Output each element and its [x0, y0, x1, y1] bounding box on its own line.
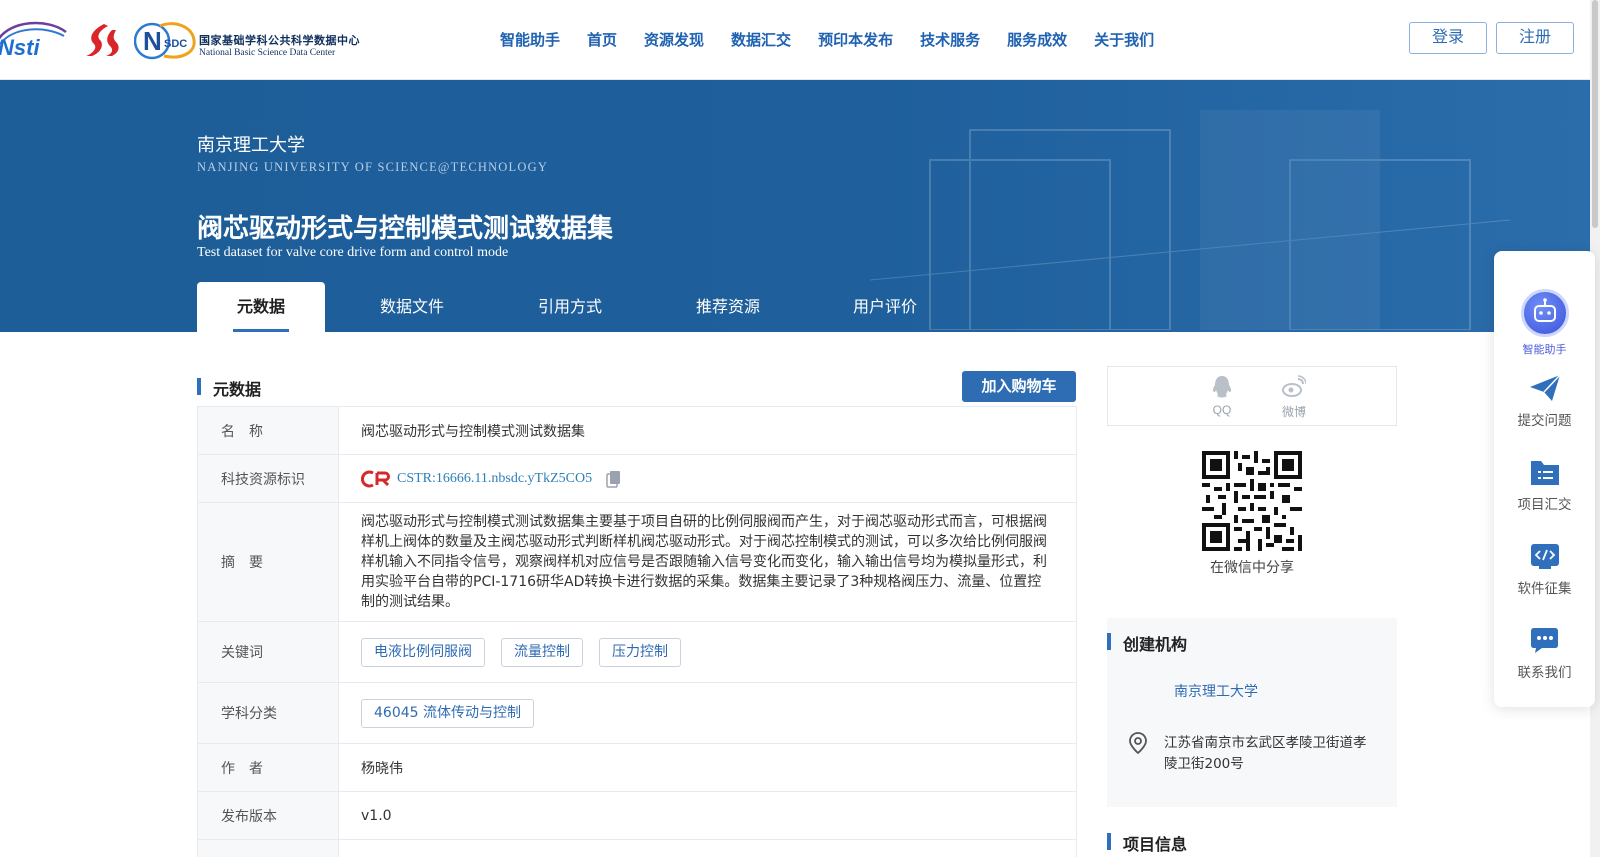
table-row: 作 者 杨晓伟	[198, 744, 1076, 792]
organization-name-link[interactable]: 南京理工大学	[1174, 681, 1258, 701]
folder-list-icon	[1530, 461, 1559, 485]
login-button[interactable]: 登录	[1409, 22, 1487, 54]
nav-item-data-submission[interactable]: 数据汇交	[731, 28, 791, 52]
university-name-en: NANJING UNIVERSITY OF SCIENCE@TECHNOLOGY	[197, 160, 549, 174]
float-item-label: 软件征集	[1517, 581, 1572, 597]
row-value-identifier: CSTR:16666.11.nbsdc.yTkZ5CO5	[339, 455, 1076, 502]
table-row	[198, 840, 1076, 857]
table-row: 名 称 阀芯驱动形式与控制模式测试数据集	[198, 407, 1076, 455]
share-qq-button[interactable]: QQ	[1202, 375, 1242, 417]
share-weibo-label: 微博	[1281, 405, 1306, 419]
float-project-submission-button[interactable]: 项目汇交	[1494, 457, 1595, 513]
row-value-version: v1.0	[361, 807, 392, 824]
page-scrollbar-thumb[interactable]	[1592, 0, 1598, 228]
wechat-qr-code	[1202, 451, 1302, 551]
share-qq-label: QQ	[1212, 403, 1232, 417]
row-label-version: 发布版本	[198, 792, 339, 839]
tab-metadata[interactable]: 元数据	[197, 282, 325, 332]
nav-item-about[interactable]: 关于我们	[1094, 28, 1154, 52]
add-to-cart-button[interactable]: 加入购物车	[962, 371, 1076, 402]
float-assistant-button[interactable]: 智能助手	[1494, 289, 1595, 357]
nav-item-resource-discovery[interactable]: 资源发现	[644, 28, 704, 52]
project-section-title: 项目信息	[1107, 831, 1187, 855]
page-title: 阀芯驱动形式与控制模式测试数据集	[197, 214, 614, 244]
row-label-keywords: 关键词	[198, 622, 339, 682]
row-label-name: 名 称	[198, 407, 339, 454]
share-weibo-button[interactable]: 微博	[1274, 375, 1314, 420]
row-value-name: 阀芯驱动形式与控制模式测试数据集	[361, 423, 585, 440]
tab-recommended[interactable]: 推荐资源	[641, 282, 815, 332]
table-row: 关键词 电液比例伺服阀 流量控制 压力控制	[198, 622, 1076, 683]
nsdc-logo-cn: 国家基础学科公共科学数据中心	[199, 34, 360, 47]
table-row: 发布版本 v1.0	[198, 792, 1076, 840]
float-item-label: 联系我们	[1517, 665, 1572, 681]
tab-citation[interactable]: 引用方式	[499, 282, 641, 332]
cstr-link[interactable]: CSTR:16666.11.nbsdc.yTkZ5CO5	[397, 471, 592, 487]
nav-item-preprint[interactable]: 预印本发布	[818, 28, 893, 52]
row-label-more	[198, 840, 339, 857]
table-row: 科技资源标识 CSTR:16666.11.nbsdc.yTkZ5CO5	[198, 455, 1076, 503]
row-label-identifier: 科技资源标识	[198, 455, 339, 502]
row-label-abstract: 摘 要	[198, 503, 339, 621]
nsdc-logo[interactable]: N SDC	[134, 20, 198, 62]
nsti-logo[interactable]: Nsti	[0, 18, 68, 60]
float-item-label: 项目汇交	[1517, 497, 1572, 513]
university-name-cn: 南京理工大学	[197, 135, 305, 156]
location-pin-icon	[1129, 732, 1147, 755]
dataset-banner: 南京理工大学 NANJING UNIVERSITY OF SCIENCE@TEC…	[0, 80, 1590, 332]
banner-decoration	[870, 110, 1510, 330]
tab-data-files[interactable]: 数据文件	[325, 282, 499, 332]
page-subtitle: Test dataset for valve core drive form a…	[197, 245, 509, 260]
cstr-icon	[361, 470, 390, 487]
table-row: 摘 要 阀芯驱动形式与控制模式测试数据集主要基于项目自研的比例伺服阀而产生，对于…	[198, 503, 1076, 622]
nav-item-service-results[interactable]: 服务成效	[1007, 28, 1067, 52]
row-value-author: 杨晓伟	[361, 760, 403, 777]
register-button[interactable]: 注册	[1496, 22, 1574, 54]
row-value-keywords: 电液比例伺服阀 流量控制 压力控制	[339, 622, 1076, 682]
wechat-share-caption: 在微信中分享	[1210, 560, 1294, 576]
metadata-table: 名 称 阀芯驱动形式与控制模式测试数据集 科技资源标识 CSTR:16666.1…	[197, 406, 1077, 857]
keyword-tag[interactable]: 压力控制	[599, 637, 681, 667]
float-software-collection-button[interactable]: 软件征集	[1494, 541, 1595, 597]
top-header: Nsti N SDC 国家基础学科公共科学数据中心 National Basic…	[0, 0, 1600, 80]
chat-bubble-icon	[1530, 628, 1558, 653]
subject-tag[interactable]: 46045 流体传动与控制	[361, 698, 534, 728]
weibo-icon	[1282, 375, 1306, 397]
paper-plane-icon	[1529, 374, 1561, 401]
dataset-tabs: 元数据 数据文件 引用方式 推荐资源 用户评价	[197, 282, 955, 332]
nsdc-logo-en: National Basic Science Data Center	[199, 48, 336, 58]
float-item-label: 提交问题	[1517, 413, 1572, 429]
robot-icon	[1520, 289, 1569, 337]
floating-toolbar: 智能助手 提交问题 项目汇交 软件征集 联系我们	[1494, 251, 1595, 707]
row-value-more	[339, 840, 1076, 857]
row-value-abstract: 阀芯驱动形式与控制模式测试数据集主要基于项目自研的比例伺服阀而产生，对于阀芯驱动…	[361, 514, 1047, 610]
nsti-logo-text: Nsti	[0, 35, 40, 60]
nav-item-home[interactable]: 首页	[587, 28, 617, 52]
main-nav: 智能助手 首页 资源发现 数据汇交 预印本发布 技术服务 服务成效 关于我们	[500, 28, 1181, 52]
organization-address: 江苏省南京市玄武区孝陵卫街道孝陵卫街200号	[1164, 735, 1367, 772]
table-row: 学科分类 46045 流体传动与控制	[198, 683, 1076, 744]
float-assistant-label: 智能助手	[1522, 343, 1567, 356]
organization-section-title: 创建机构	[1107, 631, 1187, 655]
share-panel: QQ 微博	[1107, 366, 1397, 426]
code-window-icon	[1530, 544, 1559, 569]
float-submit-question-button[interactable]: 提交问题	[1494, 373, 1595, 429]
float-contact-button[interactable]: 联系我们	[1494, 625, 1595, 681]
nsdc-badge-text: SDC	[164, 38, 187, 50]
svg-text:N: N	[143, 26, 162, 56]
nav-item-assistant[interactable]: 智能助手	[500, 28, 560, 52]
row-label-author: 作 者	[198, 744, 339, 791]
tab-reviews[interactable]: 用户评价	[815, 282, 955, 332]
row-label-subject: 学科分类	[198, 683, 339, 743]
keyword-tag[interactable]: 流量控制	[501, 637, 583, 667]
copy-icon[interactable]	[606, 470, 622, 488]
nsdc-logo-text: 国家基础学科公共科学数据中心 National Basic Science Da…	[199, 34, 360, 59]
nav-item-tech-service[interactable]: 技术服务	[920, 28, 980, 52]
qq-icon	[1212, 376, 1232, 398]
red-s-logo[interactable]	[82, 22, 120, 58]
keyword-tag[interactable]: 电液比例伺服阀	[361, 637, 485, 667]
row-value-subject: 46045 流体传动与控制	[339, 683, 1076, 743]
metadata-section-title: 元数据	[197, 376, 261, 400]
